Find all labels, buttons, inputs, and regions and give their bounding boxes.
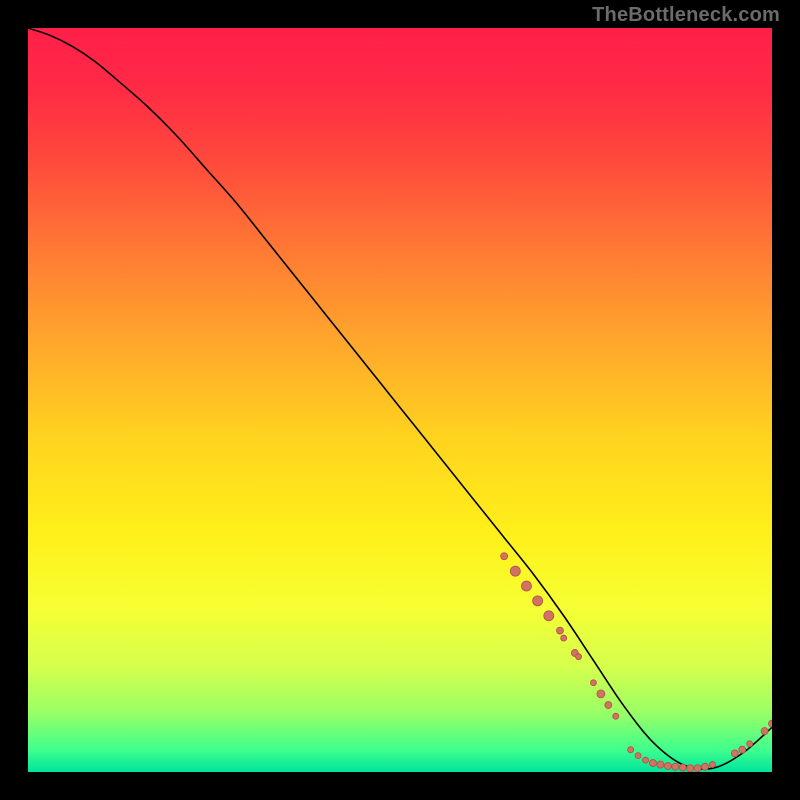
data-point (576, 654, 582, 660)
data-point (761, 728, 768, 735)
data-point (739, 746, 746, 753)
data-point (643, 757, 649, 763)
data-point (649, 760, 656, 767)
data-point (731, 750, 738, 757)
data-point (664, 763, 671, 770)
data-point (769, 720, 773, 727)
watermark-text: TheBottleneck.com (592, 4, 780, 27)
data-point (709, 762, 715, 768)
data-point (590, 680, 596, 686)
data-point (672, 763, 679, 770)
data-point (747, 741, 753, 747)
data-point (635, 753, 641, 759)
data-point (597, 690, 605, 698)
data-point (613, 713, 619, 719)
data-point (679, 764, 686, 771)
data-point (687, 765, 694, 772)
data-point (657, 761, 664, 768)
data-point (533, 596, 543, 606)
data-point (628, 747, 634, 753)
data-point (544, 611, 554, 621)
bottleneck-chart-svg (28, 28, 772, 772)
data-point (510, 566, 520, 576)
data-point (521, 581, 531, 591)
data-point (561, 635, 567, 641)
gradient-background (28, 28, 772, 772)
data-point (605, 702, 612, 709)
data-point (702, 763, 709, 770)
data-point (556, 627, 563, 634)
data-point (694, 765, 701, 772)
plot-area (28, 28, 772, 772)
data-point (501, 553, 508, 560)
chart-stage: TheBottleneck.com (0, 0, 800, 800)
